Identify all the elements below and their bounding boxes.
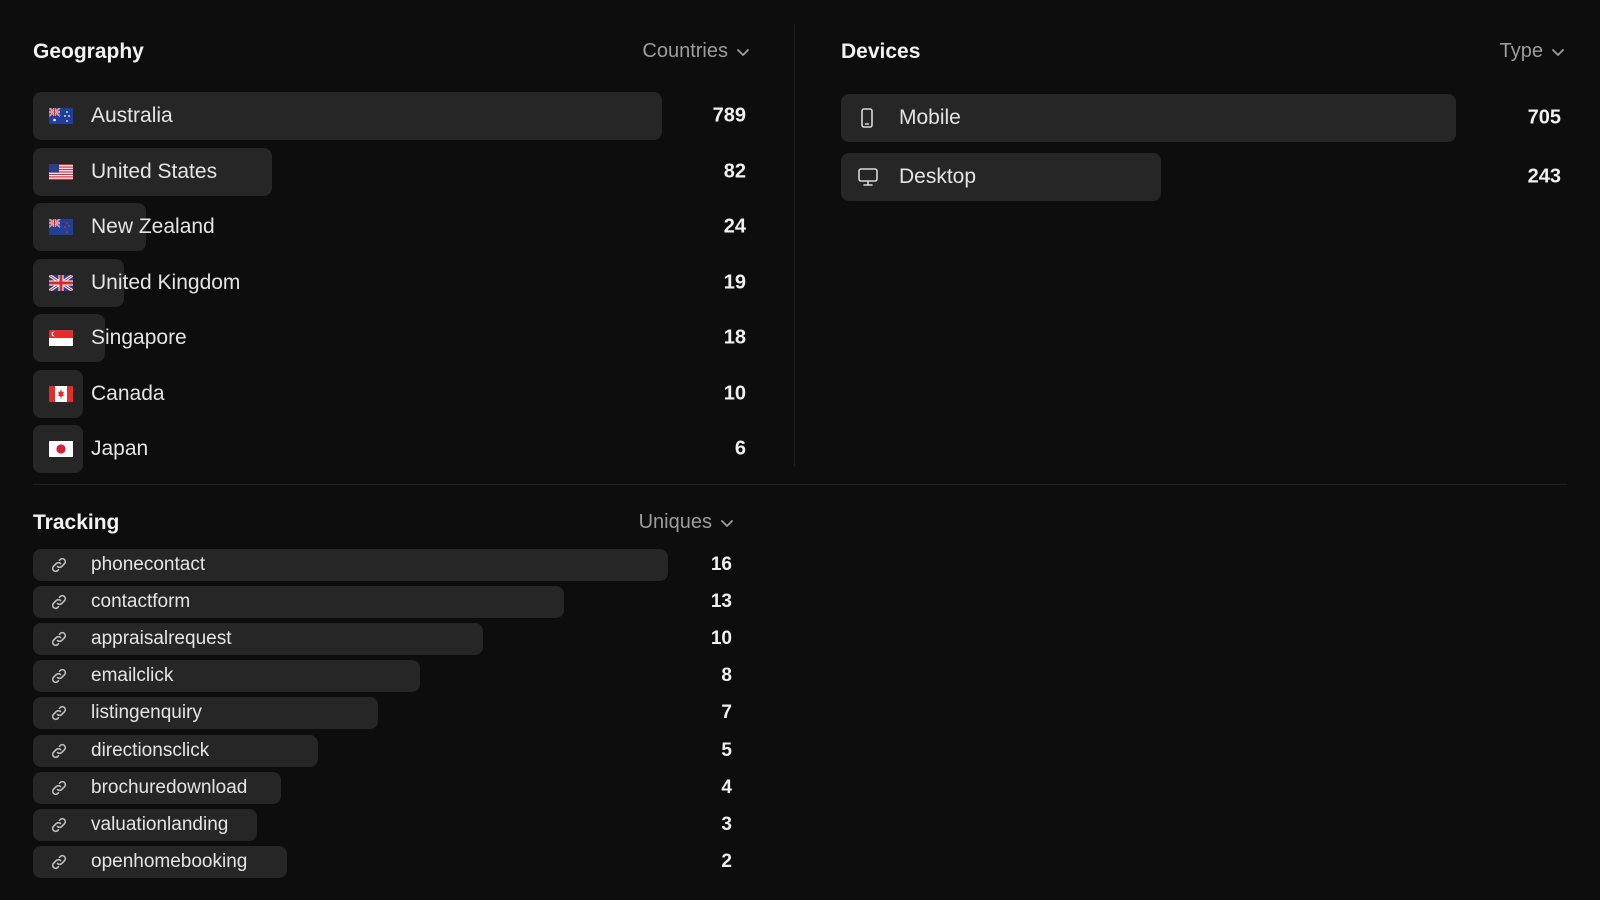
row-value: 8 xyxy=(721,665,732,687)
row-label: Singapore xyxy=(91,326,187,349)
country-row[interactable]: United States 82 xyxy=(33,147,748,196)
row-value: 16 xyxy=(710,554,732,575)
row-label: emailclick xyxy=(91,665,174,687)
tracking-title: Tracking xyxy=(33,511,120,534)
country-row[interactable]: Japan 6 xyxy=(33,425,748,473)
row-label: valuationlanding xyxy=(91,813,229,835)
devices-title: Devices xyxy=(841,40,921,63)
row-label: New Zealand xyxy=(91,215,215,238)
row-label: United Kingdom xyxy=(91,270,241,294)
link-icon xyxy=(49,703,69,723)
flag-nz-icon xyxy=(49,219,73,235)
tracking-row[interactable]: openhomebooking 2 xyxy=(33,845,734,878)
row-value: 6 xyxy=(734,437,746,460)
row-value: 18 xyxy=(723,326,746,349)
row-value: 82 xyxy=(723,160,746,182)
tracking-row[interactable]: listingenquiry 7 xyxy=(33,697,734,730)
row-value: 24 xyxy=(723,215,746,238)
flag-au-icon xyxy=(49,108,73,124)
tracking-row[interactable]: brochuredownload 4 xyxy=(33,771,734,804)
row-value: 19 xyxy=(723,271,746,293)
row-value: 4 xyxy=(721,776,732,798)
type-dropdown[interactable]: Type xyxy=(1500,40,1565,63)
row-label: Japan xyxy=(91,437,149,460)
tracking-row[interactable]: directionsclick 5 xyxy=(33,734,734,767)
row-label: appraisalrequest xyxy=(91,628,232,650)
vertical-divider xyxy=(794,24,795,466)
tracking-header: Tracking Uniques xyxy=(33,503,734,543)
geography-header: Geography Countries xyxy=(33,30,750,70)
row-value: 13 xyxy=(710,591,732,613)
geography-title: Geography xyxy=(33,40,144,63)
row-label: contactform xyxy=(91,591,191,613)
desktop-icon xyxy=(857,166,879,188)
flag-sg-icon xyxy=(49,330,73,346)
row-label: Australia xyxy=(91,104,173,127)
chevron-down-icon xyxy=(1552,48,1564,56)
tracking-row[interactable]: appraisalrequest 10 xyxy=(33,623,734,656)
chevron-down-icon xyxy=(737,48,749,56)
link-icon xyxy=(49,592,69,612)
row-label: Desktop xyxy=(899,165,977,188)
countries-dropdown-label: Countries xyxy=(642,40,728,62)
country-row[interactable]: Canada 10 xyxy=(33,369,748,418)
tracking-row[interactable]: valuationlanding 3 xyxy=(33,808,734,841)
tracking-row[interactable]: phonecontact 16 xyxy=(33,549,734,581)
country-row[interactable]: United Kingdom 19 xyxy=(33,258,748,307)
device-row[interactable]: Mobile 705 xyxy=(841,94,1563,142)
row-label: Mobile xyxy=(899,106,961,129)
row-value: 705 xyxy=(1527,106,1561,129)
row-label: brochuredownload xyxy=(91,776,248,798)
row-value: 10 xyxy=(723,382,746,404)
country-row[interactable]: Australia 789 xyxy=(33,92,748,140)
row-label: listingenquiry xyxy=(91,702,202,724)
link-icon xyxy=(49,666,69,686)
row-value: 7 xyxy=(721,702,732,724)
mobile-icon xyxy=(857,107,877,129)
flag-us-icon xyxy=(49,163,73,180)
row-value: 789 xyxy=(712,104,746,127)
flag-ca-icon xyxy=(49,385,73,402)
row-label: openhomebooking xyxy=(91,850,248,872)
row-label: phonecontact xyxy=(91,554,206,575)
country-row[interactable]: New Zealand 24 xyxy=(33,203,748,251)
flag-gb-icon xyxy=(49,274,73,291)
countries-dropdown[interactable]: Countries xyxy=(642,40,750,63)
link-icon xyxy=(49,741,69,761)
link-icon xyxy=(49,815,69,835)
row-bar xyxy=(841,153,1161,201)
row-bar xyxy=(33,697,378,730)
tracking-panel: Tracking Uniques phonecontact 16 contactfo… xyxy=(33,503,734,883)
flag-jp-icon xyxy=(49,441,73,457)
row-label: Canada xyxy=(91,381,165,405)
link-icon xyxy=(49,778,69,798)
row-value: 3 xyxy=(721,813,732,835)
row-value: 10 xyxy=(710,628,732,650)
tracking-row[interactable]: contactform 13 xyxy=(33,586,734,619)
link-icon xyxy=(49,629,69,649)
row-value: 2 xyxy=(721,850,732,872)
type-dropdown-label: Type xyxy=(1499,40,1543,62)
uniques-dropdown[interactable]: Uniques xyxy=(639,511,734,534)
horizontal-divider xyxy=(33,484,1567,485)
row-value: 5 xyxy=(721,739,732,761)
tracking-row[interactable]: emailclick 8 xyxy=(33,660,734,693)
geography-panel: Geography Countries Australia 789 United S… xyxy=(33,30,750,473)
devices-panel: Devices Type Mobile 705 Desktop 243 xyxy=(841,30,1565,470)
device-row[interactable]: Desktop 243 xyxy=(841,153,1563,201)
country-row[interactable]: Singapore 18 xyxy=(33,314,748,362)
devices-header: Devices Type xyxy=(841,30,1565,70)
link-icon xyxy=(49,555,69,575)
uniques-dropdown-label: Uniques xyxy=(638,511,712,533)
link-icon xyxy=(49,852,69,872)
row-label: directionsclick xyxy=(91,739,210,761)
row-label: United States xyxy=(91,159,218,183)
chevron-down-icon xyxy=(721,519,733,527)
row-value: 243 xyxy=(1527,165,1561,188)
